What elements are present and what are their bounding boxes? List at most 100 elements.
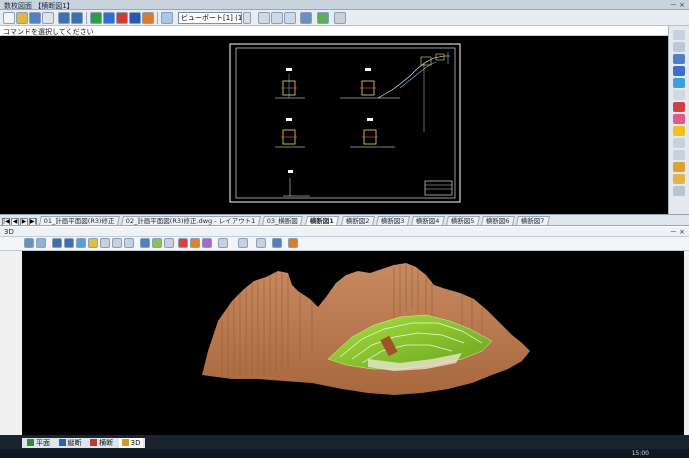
drawing-canvas[interactable] xyxy=(0,36,668,214)
render-icon[interactable] xyxy=(202,238,212,248)
highlight-icon[interactable] xyxy=(673,126,685,136)
grid-icon[interactable] xyxy=(334,12,346,24)
undo-icon[interactable] xyxy=(58,12,70,24)
window-cascade-icon[interactable] xyxy=(258,12,270,24)
select-icon[interactable] xyxy=(673,30,685,40)
last-tab-button[interactable]: ▶| xyxy=(29,218,37,225)
zoom-3d-icon[interactable] xyxy=(36,238,46,248)
layout-tab[interactable]: 横断図6 xyxy=(481,216,515,225)
terrain-icon[interactable] xyxy=(152,238,162,248)
tab-navigation: |◀ ◀ ▶ ▶| xyxy=(2,216,38,225)
measure-icon[interactable] xyxy=(300,12,312,24)
dropdown-arrow-icon[interactable] xyxy=(243,12,251,24)
task-tab-cross-section[interactable]: 横断 xyxy=(87,438,116,448)
settings-icon[interactable] xyxy=(142,12,154,24)
layout-tab-active[interactable]: 横断図1 xyxy=(304,216,339,225)
layout-tab-bar: |◀ ◀ ▶ ▶| 01_計画平面図(R3)修正 02_計画平面図(R3)修正.dwg… xyxy=(0,214,689,226)
plan-view-icon[interactable] xyxy=(90,12,102,24)
redo-icon[interactable] xyxy=(71,12,83,24)
layer-toggle-icon[interactable] xyxy=(673,90,685,100)
brush-icon[interactable] xyxy=(673,174,685,184)
layout-tab[interactable]: 横断図7 xyxy=(516,216,551,225)
color-icon[interactable] xyxy=(673,102,685,112)
cad-application: 数枚図面 【横断図1】 － × ビューポート[1] (1:200) コマンドを選… xyxy=(0,0,689,458)
profile-icon xyxy=(58,439,66,446)
viewport-3d[interactable] xyxy=(22,251,684,435)
rotate-3d-icon[interactable] xyxy=(64,238,74,248)
task-tab-profile[interactable]: 縦断 xyxy=(56,438,85,448)
export-icon[interactable] xyxy=(140,238,150,248)
print-icon[interactable] xyxy=(42,12,54,24)
pan-3d-icon[interactable] xyxy=(52,238,62,248)
open-file-icon[interactable] xyxy=(16,12,28,24)
module-tabs: 平面 縦断 横断 3D xyxy=(22,438,146,448)
next-tab-button[interactable]: ▶ xyxy=(20,218,28,225)
panel-3d-title: 3D xyxy=(4,228,14,236)
title-block xyxy=(424,180,453,196)
paint-icon[interactable] xyxy=(673,162,685,172)
layer-icon[interactable] xyxy=(161,12,173,24)
cross-section-2 xyxy=(340,52,450,132)
toolbar-separator xyxy=(157,12,158,24)
info-icon[interactable] xyxy=(272,238,282,248)
task-tab-plan[interactable]: 平面 xyxy=(24,438,53,448)
palette-icon[interactable] xyxy=(190,238,200,248)
help-icon[interactable] xyxy=(129,12,141,24)
heart-icon[interactable] xyxy=(673,114,685,124)
save-icon[interactable] xyxy=(29,12,41,24)
cross-section-1 xyxy=(275,68,305,99)
snap-toggle-icon[interactable] xyxy=(673,66,685,76)
palette-3d-icon[interactable] xyxy=(288,238,298,248)
prev-tab-button[interactable]: ◀ xyxy=(11,218,19,225)
task-tab-3d[interactable]: 3D xyxy=(118,438,144,448)
window-controls[interactable]: － × xyxy=(670,0,685,10)
cross-section-3 xyxy=(275,118,305,148)
cross-section-4 xyxy=(350,118,395,148)
view-top-icon[interactable] xyxy=(76,238,86,248)
snap-icon[interactable] xyxy=(317,12,329,24)
system-clock: 15:00 xyxy=(631,450,649,457)
pan-icon[interactable] xyxy=(673,54,685,64)
measure-3d-icon[interactable] xyxy=(238,238,248,248)
measure-tool-icon[interactable] xyxy=(673,138,685,148)
cursor-icon[interactable] xyxy=(256,238,266,248)
window-close-all-icon[interactable] xyxy=(284,12,296,24)
cross-section-icon xyxy=(90,439,98,446)
layout-tab[interactable]: 02_計画平面図(R3)修正.dwg - レイアウト1 xyxy=(121,216,261,225)
layout-tab[interactable]: 横断図2 xyxy=(340,216,375,225)
pin-icon[interactable] xyxy=(673,186,685,196)
orbit-icon[interactable] xyxy=(24,238,34,248)
panel-3d-header: 3D － × xyxy=(0,227,689,237)
fill-icon[interactable] xyxy=(178,238,188,248)
first-tab-button[interactable]: |◀ xyxy=(2,218,10,225)
left-margin xyxy=(0,251,22,435)
panel-3d-controls[interactable]: － × xyxy=(670,227,685,237)
light-icon[interactable] xyxy=(88,238,98,248)
camera-icon[interactable] xyxy=(218,238,228,248)
right-margin xyxy=(684,251,689,435)
layout-tab[interactable]: 横断図5 xyxy=(446,216,480,225)
terrain-model xyxy=(202,263,530,395)
viewport-scale-select[interactable]: ビューポート[1] (1:200) xyxy=(178,12,242,24)
section-view-icon[interactable] xyxy=(116,12,128,24)
text-tool-icon[interactable] xyxy=(673,150,685,160)
layout-tab[interactable]: 03_横断図 xyxy=(262,216,304,225)
layout-tabs: 01_計画平面図(R3)修正 02_計画平面図(R3)修正.dwg - レイアウ… xyxy=(39,216,551,225)
right-tool-strip xyxy=(668,26,689,216)
layout-tab[interactable]: 横断図3 xyxy=(375,216,410,225)
section-cut-icon[interactable] xyxy=(124,238,134,248)
wire-icon[interactable] xyxy=(100,238,110,248)
toolbar-separator xyxy=(86,12,87,24)
grid-3d-icon[interactable] xyxy=(112,238,122,248)
layout-tab[interactable]: 01_計画平面図(R3)修正 xyxy=(39,216,120,225)
new-file-icon[interactable] xyxy=(3,12,15,24)
ortho-icon[interactable] xyxy=(673,78,685,88)
profile-view-icon[interactable] xyxy=(103,12,115,24)
zoom-icon[interactable] xyxy=(673,42,685,52)
surface-icon[interactable] xyxy=(164,238,174,248)
window-tile-icon[interactable] xyxy=(271,12,283,24)
command-line[interactable]: コマンドを選択してください xyxy=(0,26,668,36)
plan-icon xyxy=(27,439,34,446)
layout-tab[interactable]: 横断図4 xyxy=(410,216,445,225)
os-taskbar: 15:00 xyxy=(0,449,689,458)
